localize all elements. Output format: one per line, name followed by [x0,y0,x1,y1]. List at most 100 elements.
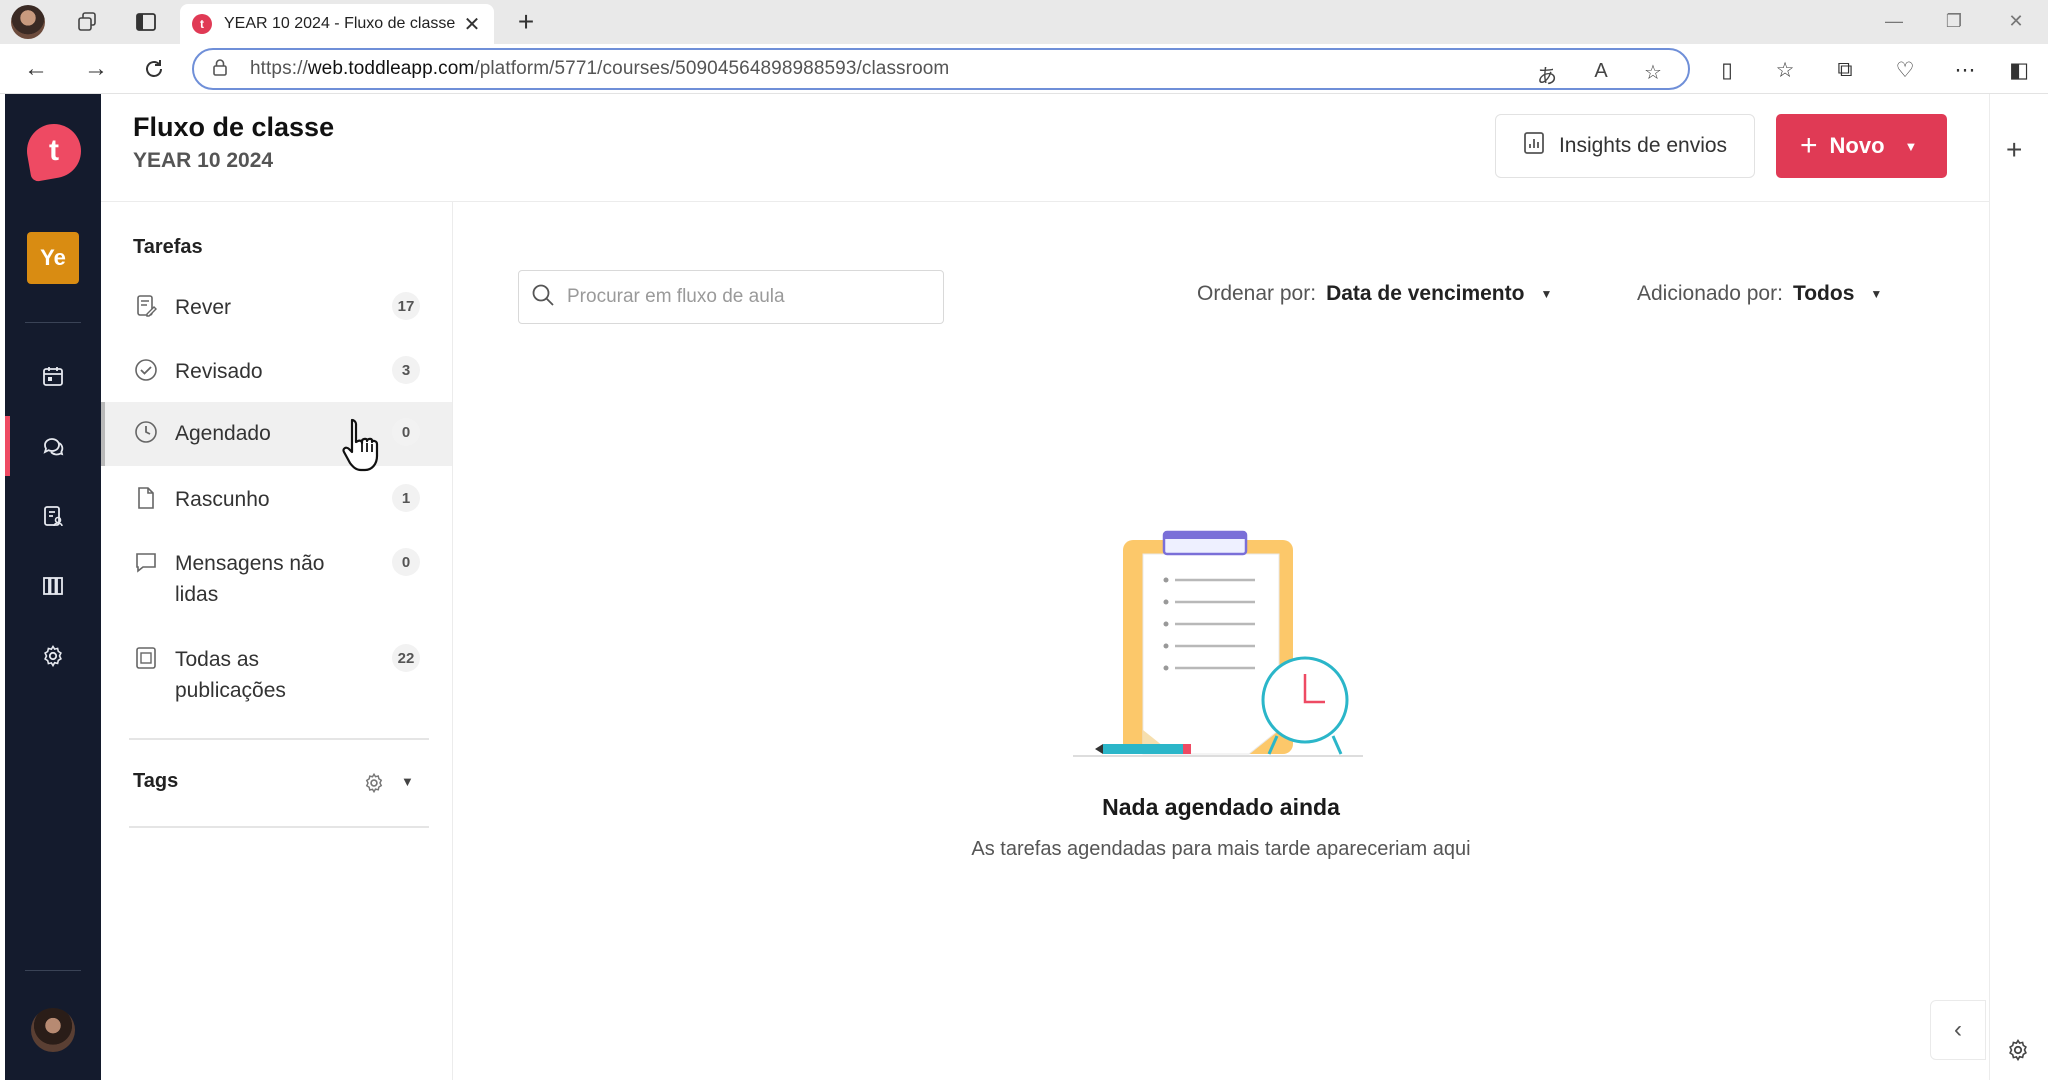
submission-insights-button[interactable]: Insights de envios [1495,114,1755,178]
favorite-star-icon[interactable]: ☆ [1640,60,1666,85]
new-button[interactable]: + Novo ▼ [1776,114,1947,178]
add-sidebar-app-icon[interactable]: + [2006,134,2022,166]
sort-value: Data de vencimento [1326,282,1525,305]
collapse-panel-button[interactable]: ‹ [1930,1000,1986,1060]
url-text: https://web.toddleapp.com/platform/5771/… [250,58,950,79]
read-aloud-icon[interactable]: A [1588,60,1614,83]
tags-expand-icon[interactable]: ▼ [401,774,414,789]
caret-down-icon: ▼ [1904,138,1918,154]
filter-count: 17 [392,292,420,320]
filter-count: 3 [392,356,420,384]
filter-count: 1 [392,484,420,512]
message-icon [133,549,159,575]
filter-label: Agendado [175,422,271,445]
review-icon [133,293,159,319]
empty-schedule-illustration [1073,530,1363,757]
browser-tab-active[interactable]: t YEAR 10 2024 - Fluxo de classe ✕ [180,4,494,44]
chat-icon[interactable] [29,422,77,470]
chevron-left-icon: ‹ [1954,1016,1962,1043]
tags-settings-icon[interactable] [363,772,387,796]
filter-label: Todas as publicações [175,648,286,702]
search-icon [531,283,555,312]
empty-state-title: Nada agendado ainda [1102,794,1340,820]
browser-titlebar: t YEAR 10 2024 - Fluxo de classe ✕ + — ❐… [0,0,2048,44]
insights-label: Insights de envios [1558,134,1728,157]
added-by-label: Adicionado por: [1637,282,1783,305]
rail-divider-bottom [25,970,81,971]
filter-mensagens-nao-lidas[interactable]: Mensagens não lidas 0 [101,548,452,610]
course-name: YEAR 10 2024 [133,149,274,172]
hand-cursor-icon [342,418,379,472]
toddle-logo[interactable]: t [22,119,86,183]
caret-down-icon: ▼ [1870,287,1883,301]
filters-heading: Tarefas [133,236,203,258]
course-badge[interactable]: Ye [27,232,79,284]
caret-down-icon: ▼ [1540,287,1553,301]
empty-state-subtitle: As tarefas agendadas para mais tarde apa… [971,838,1471,860]
plus-icon: + [1800,129,1818,162]
profile-avatar [11,5,45,39]
filter-agendado[interactable]: Agendado 0 [101,402,452,466]
student-portfolio-icon[interactable] [29,492,77,540]
settings-gear-icon[interactable] [29,632,77,680]
collections-icon[interactable]: ⧉ [1830,58,1860,82]
filter-count: 0 [392,418,420,446]
sort-label: Ordenar por: [1197,282,1317,305]
added-by-value: Todos [1792,282,1855,305]
filter-revisado[interactable]: Revisado 3 [101,356,452,387]
filter-label: Revisado [175,360,263,383]
forward-button[interactable]: → [78,52,114,86]
task-filter-sidebar: Tarefas Rever 17 Revisado 3 Agendado 0 R… [101,202,453,1080]
address-bar[interactable]: https://web.toddleapp.com/platform/5771/… [192,48,1690,90]
lock-icon[interactable] [212,58,228,81]
browser-sidebar: + [1989,94,2048,1080]
rail-divider [25,322,81,323]
back-button[interactable]: ← [18,52,54,86]
library-icon[interactable] [29,562,77,610]
split-screen-icon[interactable]: ▯ [1712,58,1742,83]
workspaces-icon[interactable] [70,4,106,40]
new-button-label: Novo [1829,133,1885,158]
filter-count: 0 [392,548,420,576]
close-window-button[interactable]: ✕ [1996,6,2036,36]
filters-divider [129,738,429,740]
page-header: Fluxo de classe YEAR 10 2024 Insights de… [101,94,1989,202]
clock-icon [133,419,159,445]
tags-divider [129,826,429,828]
favorites-icon[interactable]: ☆ [1770,58,1800,83]
close-tab-icon[interactable]: ✕ [462,12,482,37]
sidebar-settings-icon[interactable] [2006,1038,2032,1064]
draft-icon [133,485,159,511]
more-menu-icon[interactable]: ⋯ [1950,58,1980,83]
filter-todas-publicacoes[interactable]: Todas as publicações 22 [101,644,452,706]
browser-profile-button[interactable] [10,4,46,40]
filter-count: 22 [392,644,420,672]
bar-chart-icon [1523,131,1545,161]
added-by-dropdown[interactable]: Adicionado por: Todos ▼ [1637,282,1882,306]
filter-label: Rever [175,296,232,319]
classroom-stream: Ordenar por: Data de vencimento ▼ Adicio… [453,202,1989,1080]
sidebar-toggle-icon[interactable]: ◧ [2004,58,2034,83]
vertical-tabs-icon[interactable] [128,4,164,40]
translate-icon[interactable]: あ [1534,60,1560,89]
stream-search[interactable] [518,270,944,324]
new-tab-button[interactable]: + [510,6,542,38]
minimize-window-button[interactable]: — [1874,6,1914,36]
app-navigation-rail: t Ye [5,94,101,1080]
page-title: Fluxo de classe [133,112,335,142]
calendar-icon[interactable] [29,352,77,400]
filter-label: Mensagens não lidas [175,552,325,606]
user-avatar[interactable] [31,1008,75,1052]
check-circle-icon [133,357,159,383]
filter-rascunho[interactable]: Rascunho 1 [101,484,452,515]
browser-toolbar: ← → https://web.toddleapp.com/platform/5… [0,44,2048,94]
rail-active-indicator [5,416,10,476]
sort-dropdown[interactable]: Ordenar por: Data de vencimento ▼ [1197,282,1552,306]
browser-essentials-icon[interactable]: ♡ [1890,58,1920,83]
search-input[interactable] [567,286,927,308]
toddle-favicon: t [192,14,212,34]
filter-label: Rascunho [175,488,270,511]
reload-button[interactable] [136,52,172,86]
restore-window-button[interactable]: ❐ [1934,6,1974,36]
filter-rever[interactable]: Rever 17 [101,292,452,323]
